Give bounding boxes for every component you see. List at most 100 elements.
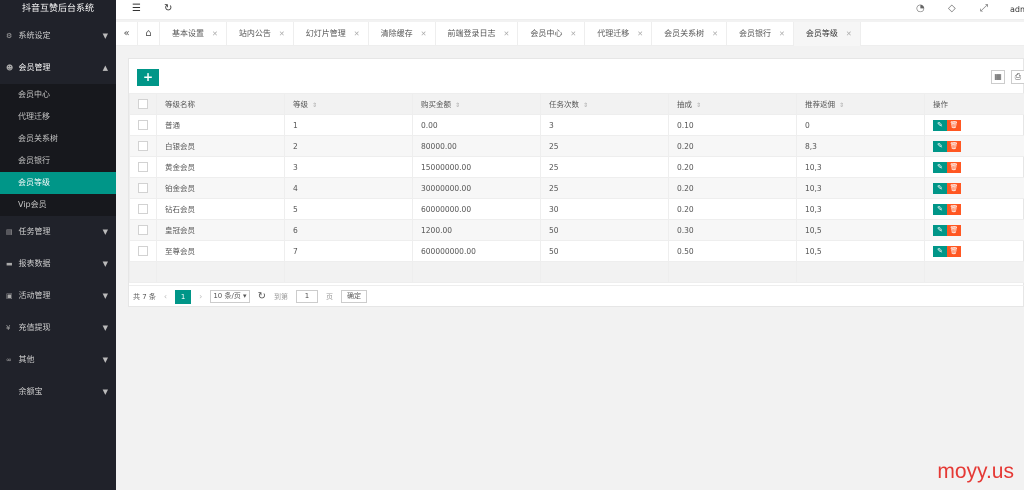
user-name[interactable]: admin (1010, 5, 1024, 14)
edit-icon[interactable]: ✎ (933, 140, 947, 152)
edit-icon[interactable]: ✎ (933, 224, 947, 236)
cell-commission: 0.20 (668, 177, 797, 199)
delete-icon[interactable]: 🗑 (947, 161, 961, 173)
menu-toggle-icon[interactable]: ☰ (132, 3, 141, 14)
cell-purchase-amount: 0.00 (412, 114, 541, 136)
close-icon[interactable]: ✕ (421, 22, 427, 46)
close-icon[interactable]: ✕ (212, 22, 218, 46)
cell-commission: 0.10 (668, 114, 797, 136)
print-icon[interactable]: ⎙ (1011, 70, 1024, 84)
sidebar-item-recharge-withdraw[interactable]: ¥ 充值提现 ▼ (0, 312, 116, 344)
sidebar-subitem-member-level[interactable]: 会员等级 (0, 172, 116, 194)
tab-member-center[interactable]: 会员中心 ✕ (518, 22, 586, 46)
close-icon[interactable]: ✕ (846, 22, 852, 46)
sidebar-subitem-member-center[interactable]: 会员中心 (0, 84, 116, 106)
close-icon[interactable]: ✕ (712, 22, 718, 46)
close-icon[interactable]: ✕ (279, 22, 285, 46)
tabs-scroll-left-icon[interactable]: « (116, 22, 138, 46)
sidebar-item-yuebao[interactable]: 余额宝 ▼ (0, 376, 116, 408)
row-checkbox[interactable] (138, 141, 148, 151)
tab-member-level[interactable]: 会员等级 ✕ (793, 22, 861, 46)
cell-level: 5 (284, 198, 413, 220)
column-header-commission[interactable]: 抽成 ⇕ (668, 93, 797, 115)
column-header-level[interactable]: 等级 ⇕ (284, 93, 413, 115)
theme-icon[interactable]: ◔ (916, 3, 925, 14)
page-button-current[interactable]: 1 (175, 289, 192, 304)
cell-referral-rebate: 10,3 (796, 198, 925, 220)
sort-icon[interactable]: ⇕ (583, 102, 588, 109)
row-checkbox[interactable] (138, 204, 148, 214)
delete-icon[interactable]: 🗑 (947, 119, 961, 131)
sidebar-item-label: 报表数据 (18, 259, 51, 268)
tab-login-log[interactable]: 前端登录日志 ✕ (436, 22, 519, 46)
row-checkbox[interactable] (138, 120, 148, 130)
sidebar-item-other[interactable]: ∞ 其他 ▼ (0, 344, 116, 376)
delete-icon[interactable]: 🗑 (947, 245, 961, 257)
tab-basic-settings[interactable]: 基本设置 ✕ (160, 22, 227, 46)
tab-member-tree[interactable]: 会员关系树 ✕ (652, 22, 727, 46)
column-header-purchase-amount[interactable]: 购买金额 ⇕ (412, 93, 541, 115)
sidebar-subitem-member-tree[interactable]: 会员关系树 (0, 128, 116, 150)
sidebar-item-system-settings[interactable]: ⚙ 系统设定 ▼ (0, 20, 116, 52)
edit-icon[interactable]: ✎ (933, 245, 947, 257)
tag-icon[interactable]: ◇ (948, 3, 956, 14)
tab-member-bank[interactable]: 会员银行 ✕ (727, 22, 794, 46)
cell-commission: 0.20 (668, 198, 797, 220)
close-icon[interactable]: ✕ (504, 22, 510, 46)
add-button[interactable]: + (137, 69, 159, 86)
delete-icon[interactable]: 🗑 (947, 140, 961, 152)
member-submenu: 会员中心 代理迁移 会员关系树 会员银行 会员等级 Vip会员 (0, 84, 116, 216)
sidebar-subitem-agent-migration[interactable]: 代理迁移 (0, 106, 116, 128)
tab-announcement[interactable]: 站内公告 ✕ (227, 22, 294, 46)
row-checkbox[interactable] (138, 246, 148, 256)
close-icon[interactable]: ✕ (637, 22, 643, 46)
edit-icon[interactable]: ✎ (933, 161, 947, 173)
sort-icon[interactable]: ⇕ (696, 102, 701, 109)
close-icon[interactable]: ✕ (570, 22, 576, 46)
prev-page-icon[interactable]: ‹ (164, 292, 167, 301)
refresh-icon[interactable]: ↻ (258, 291, 266, 302)
delete-icon[interactable]: 🗑 (947, 182, 961, 194)
sidebar-item-activity-management[interactable]: ▣ 活动管理 ▼ (0, 280, 116, 312)
column-filter-icon[interactable]: ▦ (991, 70, 1005, 84)
home-icon[interactable]: ⌂ (138, 22, 160, 46)
edit-icon[interactable]: ✎ (933, 182, 947, 194)
sort-icon[interactable]: ⇕ (455, 102, 460, 109)
goto-page-input[interactable]: 1 (295, 290, 318, 303)
cell-referral-rebate: 10,3 (796, 156, 925, 178)
column-header-referral-rebate[interactable]: 推荐返佣 ⇕ (796, 93, 925, 115)
sidebar-subitem-member-bank[interactable]: 会员银行 (0, 150, 116, 172)
next-page-icon[interactable]: › (199, 292, 202, 301)
sidebar-item-label: 充值提现 (18, 323, 51, 332)
sort-icon[interactable]: ⇕ (839, 102, 844, 109)
goto-confirm-button[interactable]: 确定 (340, 290, 367, 303)
edit-icon[interactable]: ✎ (933, 119, 947, 131)
close-icon[interactable]: ✕ (354, 22, 360, 46)
close-icon[interactable]: ✕ (779, 22, 785, 46)
sidebar-item-member-management[interactable]: ☻ 会员管理 ▲ (0, 52, 116, 84)
tab-agent-migration[interactable]: 代理迁移 ✕ (585, 22, 653, 46)
edit-icon[interactable]: ✎ (933, 203, 947, 215)
page-size-select[interactable]: 10 条/页 ▾ (210, 290, 250, 303)
delete-icon[interactable]: 🗑 (947, 224, 961, 236)
member-level-table: 等级名称 等级 ⇕ 购买金额 ⇕ 任务次数 ⇕ 抽成 ⇕ 推荐返佣 ⇕ 操作 普通 1 0… (129, 93, 1024, 283)
row-checkbox[interactable] (138, 162, 148, 172)
caret-down-icon: ▼ (102, 324, 108, 332)
tab-clear-cache[interactable]: 清除缓存 ✕ (369, 22, 436, 46)
sidebar-item-label: 活动管理 (18, 291, 51, 300)
row-checkbox[interactable] (138, 225, 148, 235)
row-checkbox[interactable] (138, 183, 148, 193)
table-row: 普通 1 0.00 3 0.10 0 ✎ 🗑 (129, 114, 1024, 136)
cell-level: 3 (284, 156, 413, 178)
refresh-icon[interactable]: ↻ (164, 3, 172, 14)
sidebar-subitem-vip-member[interactable]: Vip会员 (0, 194, 116, 216)
fullscreen-icon[interactable]: ⤢ (980, 3, 988, 14)
sort-icon[interactable]: ⇕ (312, 102, 317, 109)
caret-down-icon: ▼ (102, 32, 108, 40)
tab-slideshow[interactable]: 幻灯片管理 ✕ (294, 22, 369, 46)
sidebar-item-report-data[interactable]: ▬ 报表数据 ▼ (0, 248, 116, 280)
select-all-checkbox[interactable] (138, 99, 148, 109)
sidebar-item-task-management[interactable]: ▤ 任务管理 ▼ (0, 216, 116, 248)
delete-icon[interactable]: 🗑 (947, 203, 961, 215)
column-header-task-count[interactable]: 任务次数 ⇕ (540, 93, 669, 115)
